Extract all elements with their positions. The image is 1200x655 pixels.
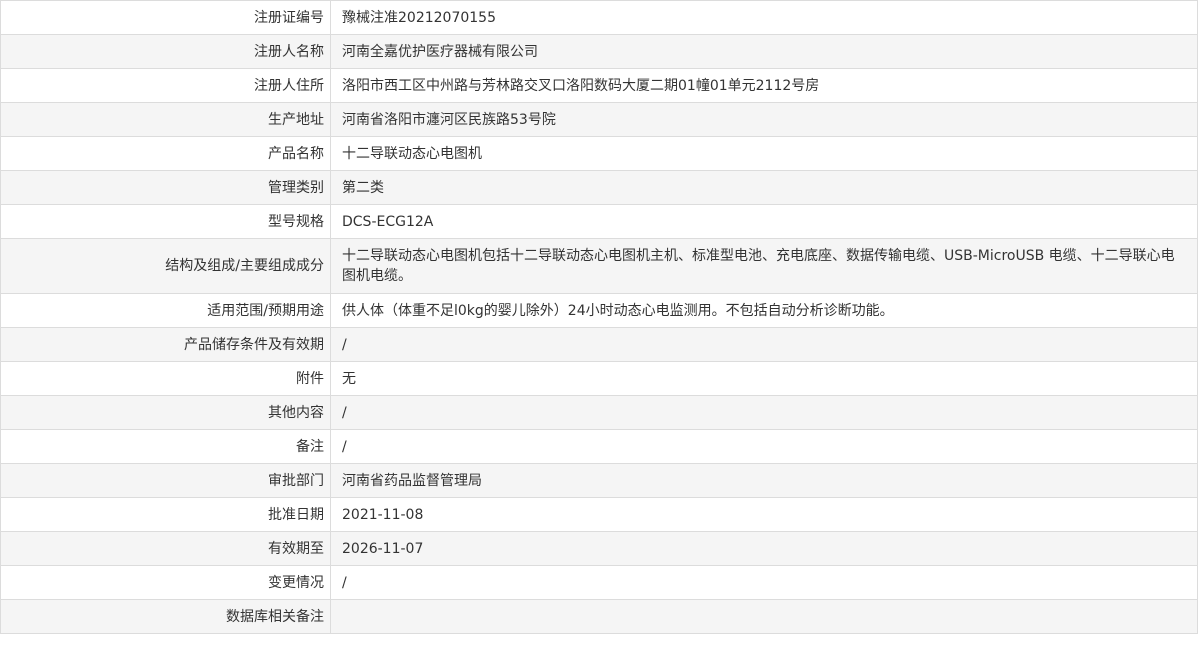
field-value-approval-department: 河南省药品监督管理局: [330, 463, 1198, 498]
field-label-management-category: 管理类别: [0, 170, 331, 205]
table-row: 备注 /: [0, 429, 1198, 464]
table-row: 附件 无: [0, 361, 1198, 396]
table-row: 有效期至 2026-11-07: [0, 531, 1198, 566]
field-label-product-name: 产品名称: [0, 136, 331, 171]
field-value-approval-date: 2021-11-08: [330, 497, 1198, 532]
field-label-registrant-name: 注册人名称: [0, 34, 331, 69]
field-label-approval-date: 批准日期: [0, 497, 331, 532]
field-label-intended-use: 适用范围/预期用途: [0, 293, 331, 328]
table-row: 变更情况 /: [0, 565, 1198, 600]
field-label-attachment: 附件: [0, 361, 331, 396]
field-label-valid-until: 有效期至: [0, 531, 331, 566]
field-label-model-spec: 型号规格: [0, 204, 331, 239]
table-row: 其他内容 /: [0, 395, 1198, 430]
field-value-intended-use: 供人体（体重不足l0kg的婴儿除外）24小时动态心电监测用。不包括自动分析诊断功…: [330, 293, 1198, 328]
table-row: 适用范围/预期用途 供人体（体重不足l0kg的婴儿除外）24小时动态心电监测用。…: [0, 293, 1198, 328]
field-label-other-content: 其他内容: [0, 395, 331, 430]
field-label-production-address: 生产地址: [0, 102, 331, 137]
table-row: 产品储存条件及有效期 /: [0, 327, 1198, 362]
table-row: 注册证编号 豫械注准20212070155: [0, 0, 1198, 35]
field-value-registration-number: 豫械注准20212070155: [330, 0, 1198, 35]
field-label-registration-number: 注册证编号: [0, 0, 331, 35]
field-value-valid-until: 2026-11-07: [330, 531, 1198, 566]
registration-detail-table: 注册证编号 豫械注准20212070155 注册人名称 河南全嘉优护医疗器械有限…: [0, 0, 1198, 634]
field-value-structure-composition: 十二导联动态心电图机包括十二导联动态心电图机主机、标准型电池、充电底座、数据传输…: [330, 238, 1198, 294]
field-value-registrant-name: 河南全嘉优护医疗器械有限公司: [330, 34, 1198, 69]
field-value-storage-validity: /: [330, 327, 1198, 362]
field-value-attachment: 无: [330, 361, 1198, 396]
field-value-product-name: 十二导联动态心电图机: [330, 136, 1198, 171]
field-value-database-remarks: [330, 599, 1198, 634]
table-row: 管理类别 第二类: [0, 170, 1198, 205]
field-value-registrant-address: 洛阳市西工区中州路与芳林路交叉口洛阳数码大厦二期01幢01单元2112号房: [330, 68, 1198, 103]
field-label-remarks: 备注: [0, 429, 331, 464]
field-label-storage-validity: 产品储存条件及有效期: [0, 327, 331, 362]
table-row: 型号规格 DCS-ECG12A: [0, 204, 1198, 239]
table-row: 生产地址 河南省洛阳市瀍河区民族路53号院: [0, 102, 1198, 137]
field-label-change-status: 变更情况: [0, 565, 331, 600]
table-row: 产品名称 十二导联动态心电图机: [0, 136, 1198, 171]
table-row: 批准日期 2021-11-08: [0, 497, 1198, 532]
table-row: 结构及组成/主要组成成分 十二导联动态心电图机包括十二导联动态心电图机主机、标准…: [0, 238, 1198, 294]
table-row: 数据库相关备注: [0, 599, 1198, 634]
table-row: 注册人名称 河南全嘉优护医疗器械有限公司: [0, 34, 1198, 69]
field-label-database-remarks: 数据库相关备注: [0, 599, 331, 634]
field-value-other-content: /: [330, 395, 1198, 430]
field-value-management-category: 第二类: [330, 170, 1198, 205]
table-row: 审批部门 河南省药品监督管理局: [0, 463, 1198, 498]
table-row: 注册人住所 洛阳市西工区中州路与芳林路交叉口洛阳数码大厦二期01幢01单元211…: [0, 68, 1198, 103]
field-value-remarks: /: [330, 429, 1198, 464]
field-value-change-status: /: [330, 565, 1198, 600]
field-label-approval-department: 审批部门: [0, 463, 331, 498]
field-value-model-spec: DCS-ECG12A: [330, 204, 1198, 239]
field-label-structure-composition: 结构及组成/主要组成成分: [0, 238, 331, 294]
field-label-registrant-address: 注册人住所: [0, 68, 331, 103]
field-value-production-address: 河南省洛阳市瀍河区民族路53号院: [330, 102, 1198, 137]
